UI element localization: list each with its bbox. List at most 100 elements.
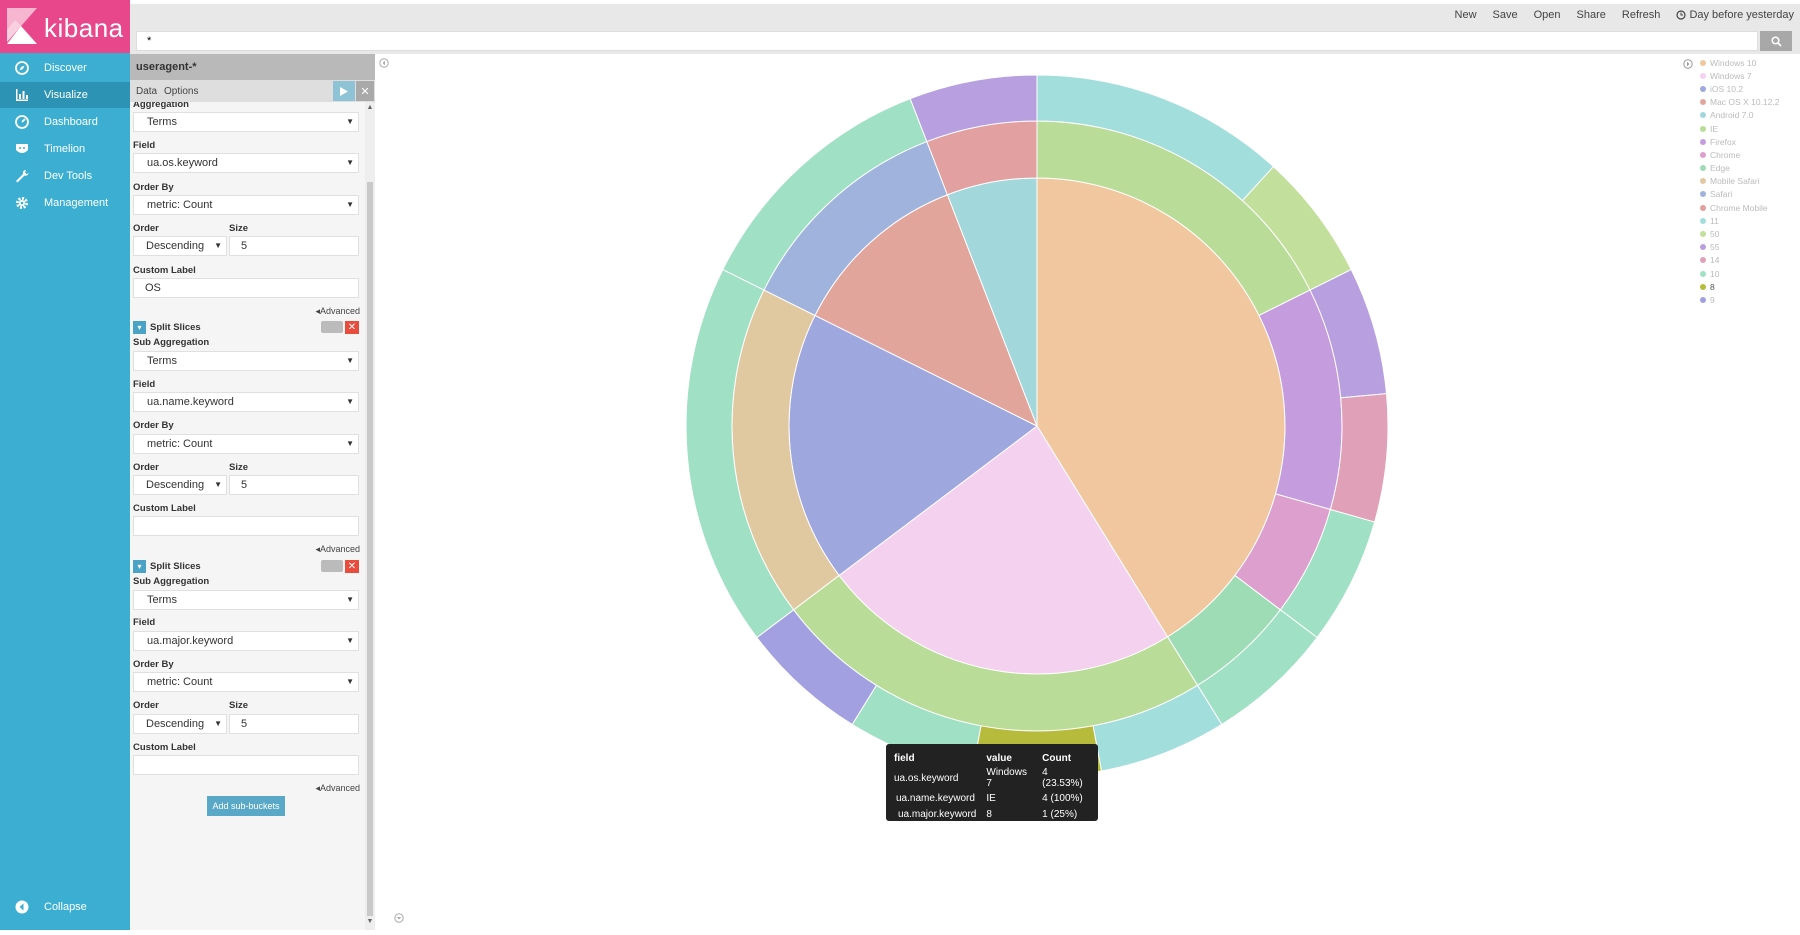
advanced-toggle[interactable]: ◂Advanced [315, 306, 360, 317]
select-value: Descending [146, 240, 205, 252]
size-input[interactable]: 5 [229, 475, 359, 495]
aggregation-select[interactable]: Terms ▼ [133, 112, 359, 132]
scrollbar-thumb[interactable] [367, 182, 373, 916]
nav-item-discover[interactable]: Discover [0, 55, 130, 81]
chevron-down-icon: ▼ [346, 356, 354, 365]
collapse-toggle-icon[interactable]: ▾ [133, 321, 146, 334]
legend-item[interactable]: Safari [1700, 188, 1796, 201]
order-select[interactable]: Descending ▼ [133, 236, 227, 256]
query-bar [130, 30, 1800, 54]
order-by-select[interactable]: metric: Count ▼ [133, 195, 359, 215]
legend-label: Windows 7 [1710, 70, 1752, 81]
enable-toggle-switch[interactable] [321, 321, 343, 333]
legend-item[interactable]: Chrome Mobile [1700, 201, 1796, 214]
legend-item[interactable]: 9 [1700, 293, 1796, 306]
legend-item[interactable]: 50 [1700, 227, 1796, 240]
gear-icon [16, 197, 28, 209]
legend-item[interactable]: Firefox [1700, 135, 1796, 148]
refresh-button[interactable]: Refresh [1622, 9, 1661, 21]
select-value: metric: Count [147, 676, 213, 688]
custom-label-input[interactable]: OS [133, 278, 359, 298]
legend-item[interactable]: Edge [1700, 162, 1796, 175]
legend-label: 50 [1710, 229, 1720, 240]
legend-color-dot-icon [1700, 296, 1706, 303]
legend-item[interactable]: Chrome [1700, 148, 1796, 161]
nav-item-timelion[interactable]: Timelion [0, 136, 130, 162]
brand-name: kibana [44, 13, 124, 43]
nav-label: Timelion [44, 143, 86, 155]
spy-toggle-icon[interactable] [394, 913, 404, 923]
legend-item[interactable]: 11 [1700, 214, 1796, 227]
legend-toggle-icon[interactable] [1683, 59, 1693, 69]
legend-color-dot-icon [1700, 125, 1706, 132]
wrench-icon [16, 170, 29, 183]
open-button[interactable]: Open [1534, 9, 1561, 21]
legend-item[interactable]: 14 [1700, 254, 1796, 267]
sub-aggregation-select[interactable]: Terms ▼ [133, 590, 359, 610]
new-button[interactable]: New [1455, 9, 1477, 21]
custom-label-label: Custom Label [133, 265, 196, 276]
legend-item[interactable]: 55 [1700, 241, 1796, 254]
scroll-down-arrow-icon[interactable]: ▼ [365, 918, 375, 928]
kibana-logo[interactable]: kibana [0, 0, 130, 53]
collapse-sidebar-icon[interactable] [379, 58, 389, 68]
share-button[interactable]: Share [1577, 9, 1606, 21]
sub-aggregation-select[interactable]: Terms ▼ [133, 351, 359, 371]
nav-item-management[interactable]: Management [0, 190, 130, 216]
size-input[interactable]: 5 [229, 236, 359, 256]
legend-item[interactable]: Windows 7 [1700, 69, 1796, 82]
order-by-select[interactable]: metric: Count ▼ [133, 434, 359, 454]
legend-item[interactable]: Mac OS X 10.12.2 [1700, 96, 1796, 109]
legend-item[interactable]: Mobile Safari [1700, 175, 1796, 188]
advanced-toggle[interactable]: ◂Advanced [315, 783, 360, 794]
remove-bucket-button[interactable]: ✕ [345, 321, 359, 334]
legend-label: 8 [1710, 281, 1715, 292]
nav-item-dev-tools[interactable]: Dev Tools [0, 163, 130, 189]
remove-bucket-button[interactable]: ✕ [345, 560, 359, 573]
nav-label: Discover [44, 62, 87, 74]
legend-item[interactable]: Windows 10 [1700, 56, 1796, 69]
add-sub-buckets-button[interactable]: Add sub-buckets [207, 796, 285, 816]
save-button[interactable]: Save [1493, 9, 1518, 21]
legend-item[interactable]: IE [1700, 122, 1796, 135]
advanced-toggle[interactable]: ◂Advanced [315, 544, 360, 555]
aggregation-label: Aggregation [133, 102, 189, 110]
order-by-select[interactable]: metric: Count ▼ [133, 672, 359, 692]
order-label: Order [133, 700, 159, 711]
custom-label-input[interactable] [133, 755, 359, 775]
legend-item[interactable]: Android 7.0 [1700, 109, 1796, 122]
size-input[interactable]: 5 [229, 714, 359, 734]
collapse-button[interactable]: Collapse [0, 894, 130, 920]
bar-chart-icon [16, 89, 28, 101]
order-by-label: Order By [133, 659, 174, 670]
field-select[interactable]: ua.name.keyword ▼ [133, 392, 359, 412]
custom-label-input[interactable] [133, 516, 359, 536]
search-input[interactable] [136, 31, 1758, 51]
tab-options[interactable]: Options [164, 86, 198, 97]
chevron-down-icon: ▼ [214, 480, 222, 489]
clock-icon [1676, 10, 1687, 20]
tab-data[interactable]: Data [136, 86, 157, 97]
field-select[interactable]: ua.major.keyword ▼ [133, 631, 359, 651]
editor-scrollbar[interactable]: ▲ ▼ [365, 102, 375, 930]
order-select[interactable]: Descending ▼ [133, 714, 227, 734]
legend-item[interactable]: iOS 10.2 [1700, 82, 1796, 95]
legend-label: Windows 10 [1710, 57, 1757, 68]
search-button[interactable] [1760, 31, 1792, 51]
collapse-toggle-icon[interactable]: ▾ [133, 560, 146, 573]
tooltip-header-count: Count [1042, 752, 1072, 764]
discard-button[interactable]: ✕ [356, 81, 374, 101]
apply-button[interactable] [333, 81, 355, 101]
enable-toggle-switch[interactable] [321, 560, 343, 572]
legend-item[interactable]: 10 [1700, 267, 1796, 280]
scroll-up-arrow-icon[interactable]: ▲ [365, 104, 375, 114]
nav-item-dashboard[interactable]: Dashboard [0, 109, 130, 135]
order-select[interactable]: Descending ▼ [133, 475, 227, 495]
nav-item-visualize[interactable]: Visualize [0, 82, 130, 108]
legend-item[interactable]: 8 [1700, 280, 1796, 293]
chevron-down-icon: ▼ [346, 158, 354, 167]
time-picker-button[interactable]: Day before yesterday [1676, 9, 1794, 21]
legend-label: Mobile Safari [1710, 176, 1760, 187]
field-select[interactable]: ua.os.keyword ▼ [133, 153, 359, 173]
advanced-label: Advanced [319, 783, 360, 793]
